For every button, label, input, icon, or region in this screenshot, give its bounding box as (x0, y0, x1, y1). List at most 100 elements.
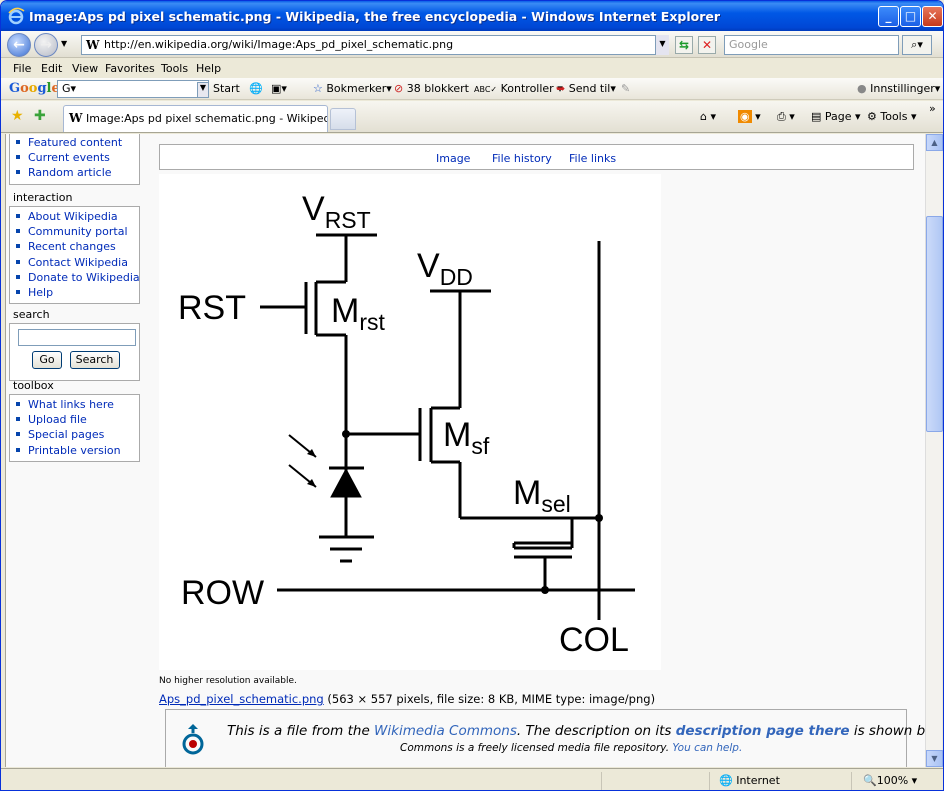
search-heading: search (13, 308, 50, 321)
refresh-button[interactable]: ⇆ (675, 36, 693, 54)
globe-icon[interactable]: 🌐 (249, 82, 263, 95)
add-favorites-icon[interactable]: ✚ (34, 108, 46, 124)
stop-icon: ✕ (701, 38, 713, 52)
file-info-details: (563 × 557 pixels, file size: 8 KB, MIME… (323, 692, 656, 706)
toc-image-link[interactable]: Image (436, 152, 470, 165)
feeds-button[interactable]: ◉ ▾ (738, 110, 761, 123)
status-divider (709, 772, 710, 790)
google-toolbar: Google G▾ ▼ Start 🌐 ▣▾ ☆ Bokmerker▾ ⊘ 38… (1, 78, 943, 100)
recent-pages-dropdown-icon[interactable]: ▼ (61, 39, 67, 48)
home-button[interactable]: ⌂ ▾ (700, 110, 716, 123)
scroll-down-button[interactable]: ▼ (926, 750, 943, 767)
community-portal-link[interactable]: Community portal (16, 224, 139, 239)
interaction-heading: interaction (13, 191, 73, 204)
col-label: COL (559, 621, 629, 659)
google-start-button[interactable]: Start (213, 82, 240, 95)
status-bar: 🌐 Internet 🔍100% ▾ (1, 768, 943, 790)
mrst-label: Mrst (331, 292, 385, 335)
schematic-image[interactable]: VRST VDD RST Mrst Msf Msel ROW COL (159, 174, 661, 670)
google-logo: Google (9, 81, 60, 96)
you-can-help-link[interactable]: You can help. (672, 742, 742, 754)
spellcheck-icon: ABC✓ (474, 85, 498, 94)
interaction-portlet: interaction About Wikipedia Community po… (9, 191, 140, 305)
scroll-thumb[interactable] (926, 216, 943, 432)
browser-window: Image:Aps pd pixel schematic.png - Wikip… (0, 0, 944, 791)
file-info: Aps_pd_pixel_schematic.png (563 × 557 pi… (159, 692, 655, 706)
menu-favorites[interactable]: Favorites (105, 62, 155, 75)
home-icon: ⌂ (700, 110, 707, 123)
toc-file-links-link[interactable]: File links (569, 152, 616, 165)
security-zone: 🌐 Internet (719, 774, 780, 787)
status-divider (601, 772, 602, 790)
maximize-button[interactable]: □ (900, 6, 921, 27)
help-link[interactable]: Help (16, 285, 139, 300)
toc-file-history-link[interactable]: File history (492, 152, 552, 165)
commons-notice-line1: This is a file from the Wikimedia Common… (227, 723, 925, 739)
description-page-link[interactable]: description page there (676, 723, 850, 739)
search-submit-button[interactable]: Search (69, 351, 120, 369)
settings-button[interactable]: ● Innstillinger▾ (857, 82, 940, 95)
nav-featured-content[interactable]: Featured content (16, 135, 139, 150)
menu-view[interactable]: View (72, 62, 98, 75)
wikimedia-commons-logo-icon (182, 724, 204, 755)
upload-file-link[interactable]: Upload file (16, 412, 139, 427)
printable-version-link[interactable]: Printable version (16, 443, 139, 458)
recent-changes-link[interactable]: Recent changes (16, 239, 139, 254)
go-button[interactable]: Go (32, 351, 62, 369)
search-button[interactable]: ⌕▾ (902, 35, 932, 55)
navigation-portlet: Featured content Current events Random a… (9, 134, 140, 185)
vertical-scrollbar[interactable]: ▲ ▼ (925, 134, 943, 767)
address-url: http://en.wikipedia.org/wiki/Image:Aps_p… (104, 38, 454, 51)
spellcheck-button[interactable]: ABC✓ Kontroller ▾ (474, 82, 563, 95)
popup-blocked-button[interactable]: ⊘ 38 blokkert (394, 82, 469, 95)
close-button[interactable]: ✕ (922, 6, 943, 27)
new-tab-button[interactable] (330, 108, 356, 130)
google-search-dropdown-icon[interactable]: ▼ (197, 82, 209, 98)
scroll-up-button[interactable]: ▲ (926, 134, 943, 151)
toolbox-portlet: toolbox What links here Upload file Spec… (9, 379, 140, 462)
donate-link[interactable]: Donate to Wikipedia (16, 270, 140, 285)
tab-active[interactable]: W Image:Aps pd pixel schematic.png - Wik… (63, 105, 328, 132)
bookmarks-button[interactable]: ☆ Bokmerker▾ (313, 82, 392, 95)
minimize-button[interactable]: _ (878, 6, 899, 27)
google-apps-icon[interactable]: ▣▾ (271, 82, 287, 95)
msel-label: Msel (513, 474, 571, 517)
favorites-star-icon[interactable]: ★ (11, 108, 24, 124)
nav-current-events[interactable]: Current events (16, 150, 139, 165)
print-button[interactable]: ⎙ ▾ (777, 110, 795, 124)
chevron-more-icon[interactable]: » (929, 102, 936, 115)
interaction-box: About Wikipedia Community portal Recent … (9, 206, 140, 305)
address-dropdown-button[interactable]: ▼ (655, 35, 669, 55)
file-link[interactable]: Aps_pd_pixel_schematic.png (159, 692, 324, 706)
wikimedia-commons-link[interactable]: Wikimedia Commons (374, 723, 517, 739)
stop-button[interactable]: ✕ (698, 36, 716, 54)
vrst-label: VRST (302, 190, 371, 233)
search-portlet: search Go Search (9, 308, 140, 381)
menu-tools[interactable]: Tools (161, 62, 188, 75)
zoom-level[interactable]: 🔍100% ▾ (863, 774, 917, 787)
search-box[interactable]: Google (724, 35, 899, 55)
forward-button[interactable]: → (34, 33, 58, 57)
menu-help[interactable]: Help (196, 62, 221, 75)
menu-file[interactable]: File (13, 62, 31, 75)
contact-wikipedia-link[interactable]: Contact Wikipedia (16, 255, 139, 270)
pencil-icon[interactable]: ✎ (621, 82, 630, 95)
back-button[interactable]: ← (7, 33, 31, 57)
row-label: ROW (181, 574, 264, 612)
menu-edit[interactable]: Edit (41, 62, 62, 75)
settings-icon: ● (857, 82, 867, 95)
what-links-here-link[interactable]: What links here (16, 397, 139, 412)
vdd-label: VDD (417, 247, 473, 290)
send-to-button[interactable]: ➥ Send til▾ (556, 82, 616, 95)
about-wikipedia-link[interactable]: About Wikipedia (16, 209, 139, 224)
google-toolbar-search[interactable]: G▾ (57, 80, 209, 98)
special-pages-link[interactable]: Special pages (16, 427, 139, 442)
commons-notice: This is a file from the Wikimedia Common… (165, 709, 925, 767)
back-arrow-icon: ← (13, 37, 25, 53)
address-field[interactable]: W http://en.wikipedia.org/wiki/Image:Aps… (81, 35, 669, 55)
file-toc: Image File history File links (159, 144, 914, 170)
tools-menu-button[interactable]: ⚙ Tools ▾ (867, 110, 917, 123)
search-input[interactable] (18, 329, 136, 346)
nav-random-article[interactable]: Random article (16, 165, 139, 180)
page-menu-button[interactable]: ▤ Page ▾ (811, 110, 861, 123)
